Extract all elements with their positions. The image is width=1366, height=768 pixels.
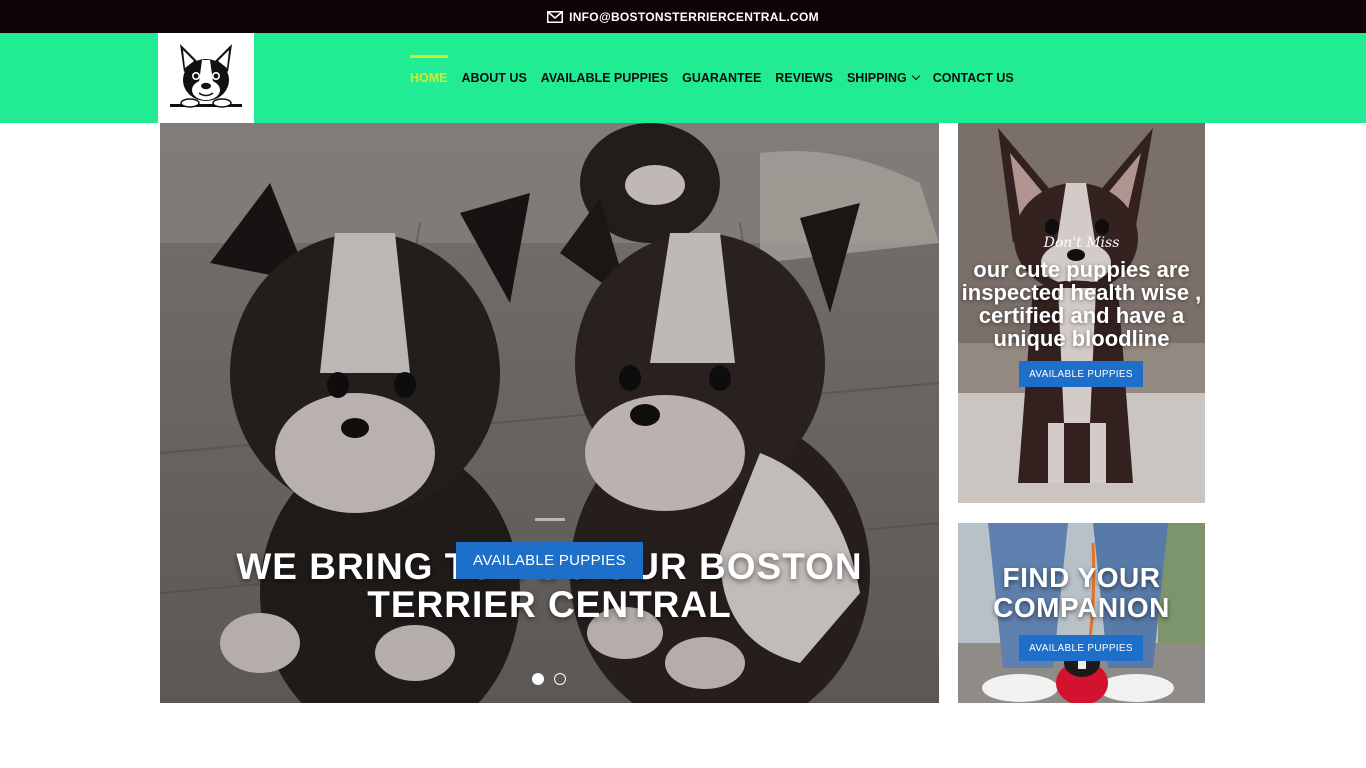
slider-dot-2[interactable]	[554, 673, 566, 685]
nav-item-about-us[interactable]: ABOUT US	[462, 61, 527, 95]
nav-label-shipping: SHIPPING	[846, 71, 907, 85]
email-text: INFO@BOSTONSTERRIERCENTRAL.COM	[569, 9, 819, 24]
nav-item-home[interactable]: HOME	[410, 55, 448, 95]
hero-divider	[535, 518, 565, 521]
nav-item-reviews[interactable]: REVIEWS	[775, 61, 833, 95]
top-bar: INFO@BOSTONSTERRIERCENTRAL.COM	[0, 0, 1366, 33]
hero-slider[interactable]: WE BRING TO YOU OUR BOSTON TERRIER CENTR…	[160, 123, 939, 703]
slider-dots	[532, 673, 566, 685]
email-link[interactable]: INFO@BOSTONSTERRIERCENTRAL.COM	[547, 10, 819, 24]
promo-kicker: Don't Miss	[1043, 235, 1120, 251]
hero-available-puppies-button[interactable]: AVAILABLE PUPPIES	[456, 542, 643, 579]
site-header: HOME ABOUT US AVAILABLE PUPPIES GUARANTE…	[0, 33, 1366, 123]
nav-item-guarantee[interactable]: GUARANTEE	[682, 61, 761, 95]
slider-dot-1[interactable]	[532, 673, 544, 685]
promo2-title: FIND YOUR COMPANION	[993, 562, 1170, 623]
promo-text: our cute puppies are inspected health wi…	[961, 257, 1202, 351]
promo-banner-find-companion[interactable]: FIND YOUR COMPANION AVAILABLE PUPPIES	[958, 523, 1205, 703]
chevron-down-icon	[911, 71, 920, 81]
envelope-icon	[547, 10, 564, 23]
nav-item-shipping[interactable]: SHIPPING	[846, 61, 920, 95]
nav-item-available-puppies[interactable]: AVAILABLE PUPPIES	[541, 61, 668, 95]
promo2-available-puppies-button[interactable]: AVAILABLE PUPPIES	[1019, 635, 1143, 661]
nav-label-about-us: ABOUT US	[461, 71, 527, 85]
promo-banner-cute-puppies[interactable]: Don't Miss our cute puppies are inspecte…	[958, 123, 1205, 503]
nav-label-reviews: REVIEWS	[775, 71, 833, 85]
boston-terrier-logo-icon	[170, 44, 242, 108]
main-nav: HOME ABOUT US AVAILABLE PUPPIES GUARANTE…	[410, 33, 1014, 123]
promo1-available-puppies-button[interactable]: AVAILABLE PUPPIES	[1019, 361, 1143, 387]
nav-item-contact-us[interactable]: CONTACT US	[933, 61, 1014, 95]
nav-label-available-puppies: AVAILABLE PUPPIES	[540, 71, 669, 85]
site-logo[interactable]	[158, 33, 254, 123]
nav-label-contact-us: CONTACT US	[932, 71, 1014, 85]
nav-label-guarantee: GUARANTEE	[682, 71, 762, 85]
nav-label-home: HOME	[410, 71, 448, 85]
